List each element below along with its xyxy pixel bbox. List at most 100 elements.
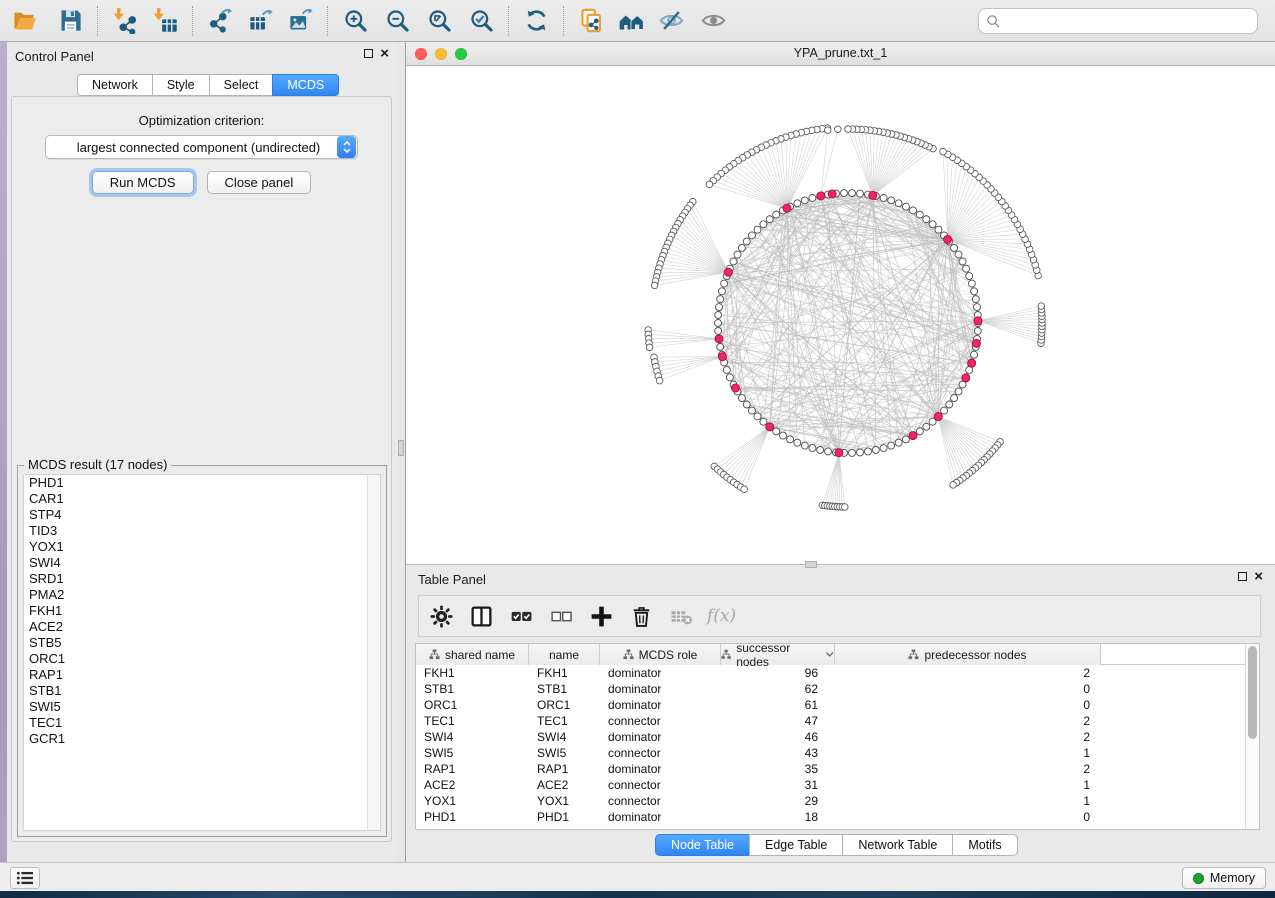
export-network-button[interactable] xyxy=(202,3,238,39)
mcds-result-item[interactable]: PHD1 xyxy=(24,475,380,491)
cell-predecessor-nodes: 2 xyxy=(835,761,1101,777)
close-table-panel-icon[interactable]: × xyxy=(1254,572,1263,581)
open-folder-icon xyxy=(11,7,38,34)
refresh-view-button[interactable] xyxy=(518,3,554,39)
table-row[interactable]: TEC1 TEC1 connector 47 2 xyxy=(416,713,1245,729)
mcds-result-item[interactable]: STP4 xyxy=(24,507,380,523)
tab-edge-table[interactable]: Edge Table xyxy=(749,834,843,856)
show-column-button[interactable] xyxy=(469,604,494,629)
mcds-result-item[interactable]: FKH1 xyxy=(24,603,380,619)
mcds-result-item[interactable]: TID3 xyxy=(24,523,380,539)
vertical-splitter[interactable] xyxy=(397,42,406,862)
tab-network-table[interactable]: Network Table xyxy=(842,834,953,856)
mcds-result-item[interactable]: SWI5 xyxy=(24,699,380,715)
mcds-result-item[interactable]: GCR1 xyxy=(24,731,380,747)
task-history-button[interactable] xyxy=(10,867,40,889)
deselect-all-button[interactable] xyxy=(549,604,574,629)
search-input[interactable] xyxy=(1006,14,1257,29)
float-table-panel-icon[interactable] xyxy=(1238,572,1247,581)
network-graph-canvas[interactable] xyxy=(406,66,1275,564)
table-options-button[interactable] xyxy=(429,604,454,629)
cell-mcds-role: dominator xyxy=(600,665,721,681)
cell-mcds-role: dominator xyxy=(600,729,721,745)
column-header-mcds-role[interactable]: MCDS role xyxy=(600,644,721,665)
column-header-shared-name[interactable]: shared name xyxy=(416,644,529,665)
first-neighbors-button[interactable] xyxy=(613,3,649,39)
deselect-all-icon xyxy=(549,604,574,629)
show-all-button[interactable] xyxy=(695,3,731,39)
mcds-result-item[interactable]: CAR1 xyxy=(24,491,380,507)
mcds-result-item[interactable]: STB1 xyxy=(24,683,380,699)
float-panel-icon[interactable] xyxy=(364,49,373,58)
mcds-result-item[interactable]: SRD1 xyxy=(24,571,380,587)
table-header: shared name name MCDS role successor nod… xyxy=(416,644,1245,665)
plus-icon xyxy=(589,604,614,629)
column-label: MCDS role xyxy=(639,648,698,662)
table-scrollbar[interactable] xyxy=(1245,644,1259,829)
column-header-predecessor-nodes[interactable]: predecessor nodes xyxy=(835,644,1101,665)
open-session-button[interactable] xyxy=(6,3,42,39)
table-row[interactable]: FKH1 FKH1 dominator 96 2 xyxy=(416,665,1245,681)
table-row[interactable]: SWI5 SWI5 connector 43 1 xyxy=(416,745,1245,761)
mcds-result-item[interactable]: PMA2 xyxy=(24,587,380,603)
mcds-result-item[interactable]: ORC1 xyxy=(24,651,380,667)
hierarchy-icon xyxy=(721,649,731,660)
mcds-result-item[interactable]: YOX1 xyxy=(24,539,380,555)
save-session-button[interactable] xyxy=(52,3,88,39)
table-row[interactable]: ACE2 ACE2 connector 31 1 xyxy=(416,777,1245,793)
hide-selected-button[interactable] xyxy=(653,3,689,39)
network-view-window[interactable]: YPA_prune.txt_1 xyxy=(406,42,1275,564)
mcds-result-item[interactable]: RAP1 xyxy=(24,667,380,683)
zoom-in-button[interactable] xyxy=(337,3,373,39)
mcds-result-item[interactable]: ACE2 xyxy=(24,619,380,635)
zoom-out-button[interactable] xyxy=(379,3,415,39)
splitter-handle[interactable] xyxy=(398,440,404,456)
cell-mcds-role: dominator xyxy=(600,761,721,777)
add-row-button[interactable] xyxy=(589,604,614,629)
select-all-icon xyxy=(509,604,534,629)
mcds-result-item[interactable]: STB5 xyxy=(24,635,380,651)
table-row[interactable]: YOX1 YOX1 connector 29 1 xyxy=(416,793,1245,809)
table-row[interactable]: STB1 STB1 dominator 62 0 xyxy=(416,681,1245,697)
export-table-button[interactable] xyxy=(242,3,278,39)
close-panel-button[interactable]: Close panel xyxy=(207,171,312,194)
zoom-selected-icon xyxy=(468,7,495,34)
mcds-result-list[interactable]: PHD1 CAR1 STP4 TID3 YOX1 SWI4 SRD1 PMA2 xyxy=(23,474,381,831)
fit-content-button[interactable] xyxy=(421,3,457,39)
cell-mcds-role: dominator xyxy=(600,809,721,825)
delete-row-button[interactable] xyxy=(629,604,654,629)
zoom-selected-button[interactable] xyxy=(463,3,499,39)
tab-select[interactable]: Select xyxy=(209,74,274,96)
select-all-button[interactable] xyxy=(509,604,534,629)
function-builder-button[interactable]: f(x) xyxy=(709,604,734,629)
table-row[interactable]: SWI4 SWI4 dominator 46 2 xyxy=(416,729,1245,745)
tab-mcds[interactable]: MCDS xyxy=(272,74,339,96)
mcds-result-items: PHD1 CAR1 STP4 TID3 YOX1 SWI4 SRD1 PMA2 xyxy=(24,475,380,747)
sort-chevron-icon xyxy=(825,651,834,658)
hierarchy-icon xyxy=(623,649,634,660)
delete-table-button[interactable] xyxy=(669,604,694,629)
import-network-button[interactable] xyxy=(107,3,143,39)
criterion-dropdown[interactable]: largest connected component (undirected) xyxy=(45,135,358,159)
cell-predecessor-nodes: 1 xyxy=(835,777,1101,793)
tab-network[interactable]: Network xyxy=(77,74,153,96)
memory-button[interactable]: Memory xyxy=(1182,867,1266,889)
list-scrollbar[interactable] xyxy=(367,475,380,830)
table-scrollbar-thumb[interactable] xyxy=(1248,646,1257,739)
run-mcds-button[interactable]: Run MCDS xyxy=(92,171,194,194)
table-row[interactable]: PHD1 PHD1 dominator 18 0 xyxy=(416,809,1245,825)
close-panel-icon[interactable]: × xyxy=(380,49,389,58)
table-row[interactable]: ORC1 ORC1 dominator 61 0 xyxy=(416,697,1245,713)
import-table-button[interactable] xyxy=(147,3,183,39)
export-image-button[interactable] xyxy=(282,3,318,39)
table-row[interactable]: RAP1 RAP1 dominator 35 2 xyxy=(416,761,1245,777)
tab-node-table[interactable]: Node Table xyxy=(655,834,750,856)
search-field[interactable] xyxy=(978,8,1258,34)
column-header-name[interactable]: name xyxy=(529,644,600,665)
new-network-from-selection-button[interactable] xyxy=(573,3,609,39)
column-header-successor-nodes[interactable]: successor nodes xyxy=(721,644,835,665)
mcds-result-item[interactable]: SWI4 xyxy=(24,555,380,571)
tab-motifs[interactable]: Motifs xyxy=(952,834,1017,856)
tab-style[interactable]: Style xyxy=(152,74,210,96)
mcds-result-item[interactable]: TEC1 xyxy=(24,715,380,731)
